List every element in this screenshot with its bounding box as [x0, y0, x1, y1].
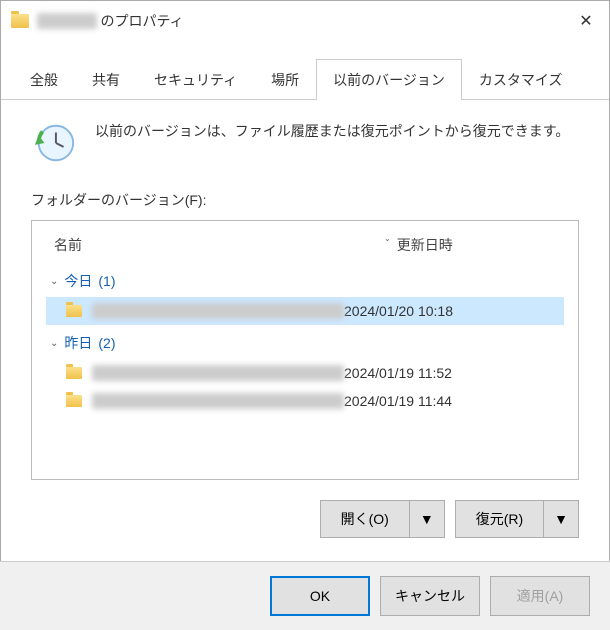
group-label: 昨日	[64, 333, 92, 353]
tab-sharing[interactable]: 共有	[75, 59, 137, 100]
chevron-down-icon: ⌄	[50, 338, 58, 349]
tabs: 全般 共有 セキュリティ 場所 以前のバージョン カスタマイズ	[1, 41, 609, 100]
intro-row: 以前のバージョンは、ファイル履歴または復元ポイントから復元できます。	[31, 120, 579, 166]
open-split-button: 開く(O) ▼	[320, 500, 445, 538]
versions-listview[interactable]: 名前 ⌄ 更新日時 ⌄ 今日 (1) ███████ 2024/01/20 10…	[31, 220, 579, 480]
version-row[interactable]: ███████ 2024/01/20 10:18	[46, 297, 564, 325]
dialog-footer: OK キャンセル 適用(A)	[0, 561, 610, 630]
group-count: (2)	[98, 335, 115, 351]
open-button[interactable]: 開く(O)	[320, 500, 410, 538]
close-button[interactable]: ✕	[563, 1, 609, 41]
window-title: ██████ のプロパティ	[37, 11, 563, 31]
tab-security[interactable]: セキュリティ	[137, 59, 254, 100]
list-label: フォルダーのバージョン(F):	[31, 190, 579, 210]
group-count: (1)	[98, 273, 115, 289]
chevron-down-icon: ⌄	[50, 276, 58, 287]
version-name-blurred: ███████	[92, 365, 344, 381]
title-suffix: のプロパティ	[101, 11, 184, 31]
folder-icon	[66, 367, 82, 379]
group-yesterday[interactable]: ⌄ 昨日 (2)	[46, 325, 564, 359]
column-name[interactable]: 名前	[54, 235, 346, 255]
restore-dropdown-button[interactable]: ▼	[544, 500, 579, 538]
version-name-blurred: ███████	[92, 303, 344, 319]
titlebar: ██████ のプロパティ ✕	[1, 1, 609, 41]
apply-button[interactable]: 適用(A)	[490, 576, 590, 616]
tab-general[interactable]: 全般	[13, 59, 75, 100]
folder-icon	[66, 395, 82, 407]
tab-location[interactable]: 場所	[254, 59, 316, 100]
version-date: 2024/01/19 11:52	[344, 365, 544, 381]
version-row[interactable]: ███████ 2024/01/19 11:52	[46, 359, 564, 387]
version-date: 2024/01/20 10:18	[344, 303, 544, 319]
tab-customize[interactable]: カスタマイズ	[462, 59, 580, 100]
version-name-blurred: ███████	[92, 393, 344, 409]
listview-header: 名前 ⌄ 更新日時	[46, 231, 564, 263]
action-buttons: 開く(O) ▼ 復元(R) ▼	[31, 500, 579, 538]
column-date[interactable]: ⌄ 更新日時	[346, 235, 556, 255]
intro-text: 以前のバージョンは、ファイル履歴または復元ポイントから復元できます。	[95, 120, 569, 166]
restore-button[interactable]: 復元(R)	[455, 500, 544, 538]
restore-clock-icon	[31, 120, 77, 166]
tab-previous-versions[interactable]: 以前のバージョン	[316, 59, 462, 100]
folder-name-blurred: ██████	[37, 13, 97, 29]
sort-indicator-icon: ⌄	[384, 234, 391, 243]
tab-content: 以前のバージョンは、ファイル履歴または復元ポイントから復元できます。 フォルダー…	[1, 100, 609, 550]
version-row[interactable]: ███████ 2024/01/19 11:44	[46, 387, 564, 415]
version-date: 2024/01/19 11:44	[344, 393, 544, 409]
cancel-button[interactable]: キャンセル	[380, 576, 480, 616]
folder-icon	[66, 305, 82, 317]
restore-split-button: 復元(R) ▼	[455, 500, 579, 538]
group-label: 今日	[64, 271, 92, 291]
group-today[interactable]: ⌄ 今日 (1)	[46, 263, 564, 297]
open-dropdown-button[interactable]: ▼	[410, 500, 445, 538]
ok-button[interactable]: OK	[270, 576, 370, 616]
folder-icon	[11, 14, 29, 28]
